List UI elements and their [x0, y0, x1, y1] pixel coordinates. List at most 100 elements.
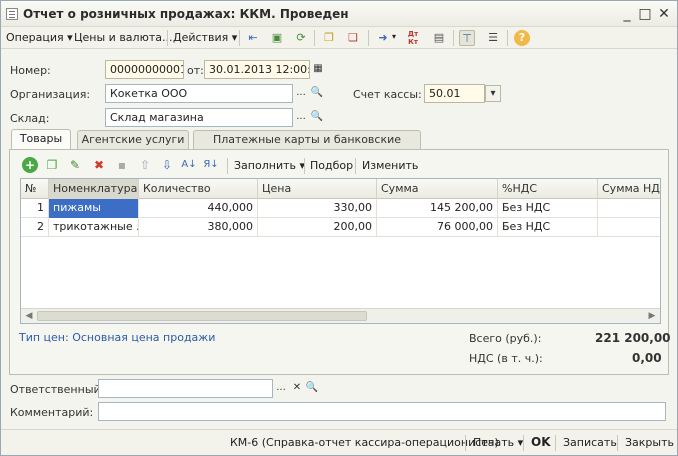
- column-header-vat-rate[interactable]: %НДС: [498, 179, 598, 199]
- scrollbar-thumb[interactable]: [37, 311, 367, 321]
- post-close-icon[interactable]: ⇤: [245, 30, 261, 46]
- close-window-button[interactable]: ✕: [656, 6, 672, 22]
- close-button[interactable]: Закрыть: [625, 436, 674, 449]
- dropdown-arrow-icon[interactable]: ▾: [392, 32, 396, 41]
- select-organization-button[interactable]: ...: [293, 85, 309, 102]
- toolbar-divider: [227, 158, 228, 174]
- sort-descending-icon[interactable]: Я↓: [203, 157, 219, 173]
- cell-vat-sum[interactable]: [598, 218, 660, 237]
- select-responsible-button[interactable]: ...: [273, 380, 289, 397]
- scroll-left-icon[interactable]: ◀: [22, 309, 36, 323]
- end-edit-icon[interactable]: ▪: [114, 157, 130, 173]
- organization-field[interactable]: Кокетка ООО: [105, 84, 293, 103]
- comment-field[interactable]: [98, 402, 666, 421]
- price-type-link[interactable]: Тип цен: Основная цена продажи: [19, 331, 215, 344]
- tab-goods[interactable]: Товары: [11, 129, 71, 150]
- warehouse-label: Склад:: [10, 112, 50, 125]
- column-header-item[interactable]: Номенклатура: [49, 179, 139, 199]
- save-button[interactable]: Записать: [563, 436, 617, 449]
- edit-row-icon[interactable]: ✎: [67, 157, 83, 173]
- open-organization-icon[interactable]: 🔍: [309, 85, 325, 102]
- print-menu[interactable]: Печать ▾: [473, 436, 523, 449]
- number-label: Номер:: [10, 64, 51, 77]
- cell-sum[interactable]: 76 000,00: [377, 218, 498, 237]
- tab-payment-cards[interactable]: Платежные карты и банковские кредиты: [193, 130, 421, 164]
- table-row[interactable]: 1 пижамы 440,000 330,00 145 200,00 Без Н…: [21, 199, 660, 218]
- total-value: 221 200,00: [595, 331, 671, 345]
- open-warehouse-icon[interactable]: 🔍: [309, 109, 325, 126]
- cell-number: 1: [21, 199, 49, 218]
- cell-item[interactable]: трикотажные ...: [49, 218, 139, 237]
- minimize-button[interactable]: _: [619, 6, 635, 22]
- help-icon[interactable]: ?: [514, 30, 530, 46]
- cell-quantity[interactable]: 380,000: [139, 218, 258, 237]
- number-field[interactable]: 00000000001: [105, 60, 184, 79]
- calendar-icon[interactable]: ▦: [310, 61, 326, 78]
- maximize-button[interactable]: □: [637, 6, 653, 22]
- post-icon[interactable]: ▣: [269, 30, 285, 46]
- actions-menu[interactable]: Действия ▾: [173, 31, 237, 44]
- cell-price[interactable]: 330,00: [258, 199, 377, 218]
- toolbar-divider: [465, 435, 466, 451]
- table-row[interactable]: 2 трикотажные ... 380,000 200,00 76 000,…: [21, 218, 660, 237]
- tab-agent-services[interactable]: Агентские услуги: [77, 130, 189, 149]
- vat-total-value: 0,00: [632, 351, 662, 365]
- fill-menu[interactable]: Заполнить ▾: [234, 159, 305, 172]
- unpost-icon[interactable]: ⟳: [293, 30, 309, 46]
- copy-row-icon[interactable]: ❐: [44, 157, 60, 173]
- cell-item[interactable]: пижамы: [49, 199, 139, 218]
- list-settings-icon[interactable]: ☰: [485, 30, 501, 46]
- cash-account-dropdown[interactable]: ▾: [485, 85, 501, 102]
- copy-document-icon[interactable]: ❐: [321, 30, 337, 46]
- toolbar-divider: [314, 30, 315, 46]
- move-up-icon[interactable]: ⇧: [137, 157, 153, 173]
- selection-button[interactable]: Подбор: [310, 159, 353, 172]
- column-header-price[interactable]: Цена: [258, 179, 377, 199]
- subordinate-icon[interactable]: ⊤: [459, 30, 475, 46]
- goods-table[interactable]: № Номенклатура Количество Цена Сумма %НД…: [20, 178, 661, 324]
- cell-sum[interactable]: 145 200,00: [377, 199, 498, 218]
- ok-button[interactable]: OK: [531, 435, 551, 449]
- column-header-vat-sum[interactable]: Сумма НДС: [598, 179, 660, 199]
- organization-label: Организация:: [10, 88, 91, 101]
- document-icon: [6, 8, 18, 20]
- column-header-quantity[interactable]: Количество: [139, 179, 258, 199]
- toolbar-divider: [304, 158, 305, 174]
- column-header-number[interactable]: №: [21, 179, 49, 199]
- prices-currency-button[interactable]: Цены и валюта...: [74, 31, 172, 44]
- toolbar-divider: [555, 435, 556, 451]
- cell-vat-sum[interactable]: [598, 199, 660, 218]
- goods-panel: + ❐ ✎ ✖ ▪ ⇧ ⇩ A↓ Я↓ Заполнить ▾ Подбор И…: [9, 149, 671, 375]
- cell-quantity[interactable]: 440,000: [139, 199, 258, 218]
- toolbar-divider: [507, 30, 508, 46]
- bottom-bar: КМ-6 (Справка-отчет кассира-операционист…: [1, 429, 677, 455]
- go-to-icon[interactable]: ➜: [375, 30, 391, 46]
- horizontal-scrollbar[interactable]: ◀ ▶: [21, 308, 660, 323]
- delete-row-icon[interactable]: ✖: [91, 157, 107, 173]
- add-row-icon[interactable]: +: [22, 157, 38, 173]
- change-button[interactable]: Изменить: [362, 159, 418, 172]
- responsible-label: Ответственный:: [10, 383, 105, 396]
- warehouse-field[interactable]: Склад магазина: [105, 108, 293, 127]
- cell-price[interactable]: 200,00: [258, 218, 377, 237]
- open-responsible-icon[interactable]: 🔍: [304, 380, 320, 397]
- toolbar-divider: [617, 435, 618, 451]
- delete-mark-icon[interactable]: ❏: [345, 30, 361, 46]
- dtkt-icon[interactable]: Дт Кт: [405, 30, 421, 46]
- cell-vat-rate[interactable]: Без НДС: [498, 218, 598, 237]
- report-km6-button[interactable]: КМ-6 (Справка-отчет кассира-операционист…: [230, 436, 499, 449]
- column-header-sum[interactable]: Сумма: [377, 179, 498, 199]
- responsible-field[interactable]: [98, 379, 273, 398]
- move-down-icon[interactable]: ⇩: [159, 157, 175, 173]
- dropdown-arrow-icon: ▾: [231, 31, 238, 44]
- select-warehouse-button[interactable]: ...: [293, 109, 309, 126]
- operation-menu[interactable]: Операция ▾: [6, 31, 73, 44]
- scroll-right-icon[interactable]: ▶: [645, 309, 659, 323]
- toolbar-divider: [523, 435, 524, 451]
- sort-ascending-icon[interactable]: A↓: [181, 157, 197, 173]
- cell-vat-rate[interactable]: Без НДС: [498, 199, 598, 218]
- cash-account-field[interactable]: 50.01: [424, 84, 485, 103]
- clear-responsible-icon[interactable]: ✕: [289, 380, 305, 397]
- date-field[interactable]: 30.01.2013 12:00:00: [204, 60, 310, 79]
- structure-icon[interactable]: ▤: [431, 30, 447, 46]
